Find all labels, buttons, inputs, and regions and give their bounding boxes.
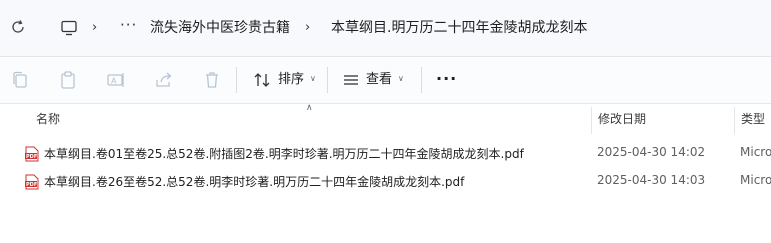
delete-icon[interactable] [202,70,222,90]
paste-icon[interactable] [58,70,78,90]
this-pc-icon[interactable] [60,19,78,37]
more-options-button[interactable]: ··· [436,69,457,88]
toolbar-separator [421,67,422,93]
file-type: Micro [740,145,771,159]
address-box[interactable]: › ··· 流失海外中医珍贵古籍 › 本草纲目.明万历二十四年金陵胡成龙刻本 [48,10,771,46]
svg-text:PDF: PDF [26,154,37,160]
pdf-file-icon: PDF [24,174,40,190]
file-name: 本草纲目.卷01至卷25.总52卷.附插图2卷.明李时珍著.明万历二十四年金陵胡… [44,147,524,161]
file-name: 本草纲目.卷26至卷52.总52卷.明李时珍著.明万历二十四年金陵胡成龙刻本.p… [44,175,465,189]
refresh-icon[interactable] [9,19,27,37]
file-row[interactable]: PDF 本草纲目.卷01至卷25.总52卷.附插图2卷.明李时珍著.明万历二十四… [0,140,771,166]
sort-icon[interactable] [252,70,272,90]
sort-label: 排序 [278,72,305,87]
chevron-right-icon[interactable]: › [305,20,310,36]
toolbar-separator [327,67,328,93]
share-icon[interactable] [154,70,174,90]
chevron-right-icon[interactable]: › [92,20,97,36]
toolbar-separator [236,67,237,93]
file-row[interactable]: PDF 本草纲目.卷26至卷52.总52卷.明李时珍著.明万历二十四年金陵胡成龙… [0,168,771,194]
file-modified: 2025-04-30 14:03 [597,173,706,187]
file-modified: 2025-04-30 14:02 [597,145,706,159]
view-icon[interactable] [342,70,362,90]
sort-button[interactable]: 排序 ∨ [278,70,316,90]
svg-text:A: A [111,77,117,86]
chevron-down-icon: ∨ [398,74,404,83]
breadcrumb-item[interactable]: 流失海外中医珍贵古籍 [150,19,290,37]
column-resize-handle[interactable] [734,107,735,134]
file-type: Micro [740,173,771,187]
view-button[interactable]: 查看 ∨ [366,70,404,90]
pdf-file-icon: PDF [24,146,40,162]
column-resize-handle[interactable] [591,107,592,134]
view-label: 查看 [366,72,393,87]
breadcrumb-more-button[interactable]: ··· [120,16,137,34]
breadcrumb-item-current[interactable]: 本草纲目.明万历二十四年金陵胡成龙刻本 [331,19,587,37]
rename-icon[interactable]: A [106,70,126,90]
sort-ascending-icon: ∧ [306,103,313,113]
svg-text:PDF: PDF [26,182,37,188]
copy-icon[interactable] [10,70,30,90]
column-header-type[interactable]: 类型 [741,110,765,127]
chevron-down-icon: ∨ [310,74,316,83]
column-header-modified[interactable]: 修改日期 [598,110,646,127]
column-header-name[interactable]: 名称 [36,110,60,127]
command-bar: A 排序 ∨ 查看 ∨ ··· [0,57,771,103]
address-bar: › ··· 流失海外中医珍贵古籍 › 本草纲目.明万历二十四年金陵胡成龙刻本 [0,0,771,56]
column-header-row [0,104,771,134]
